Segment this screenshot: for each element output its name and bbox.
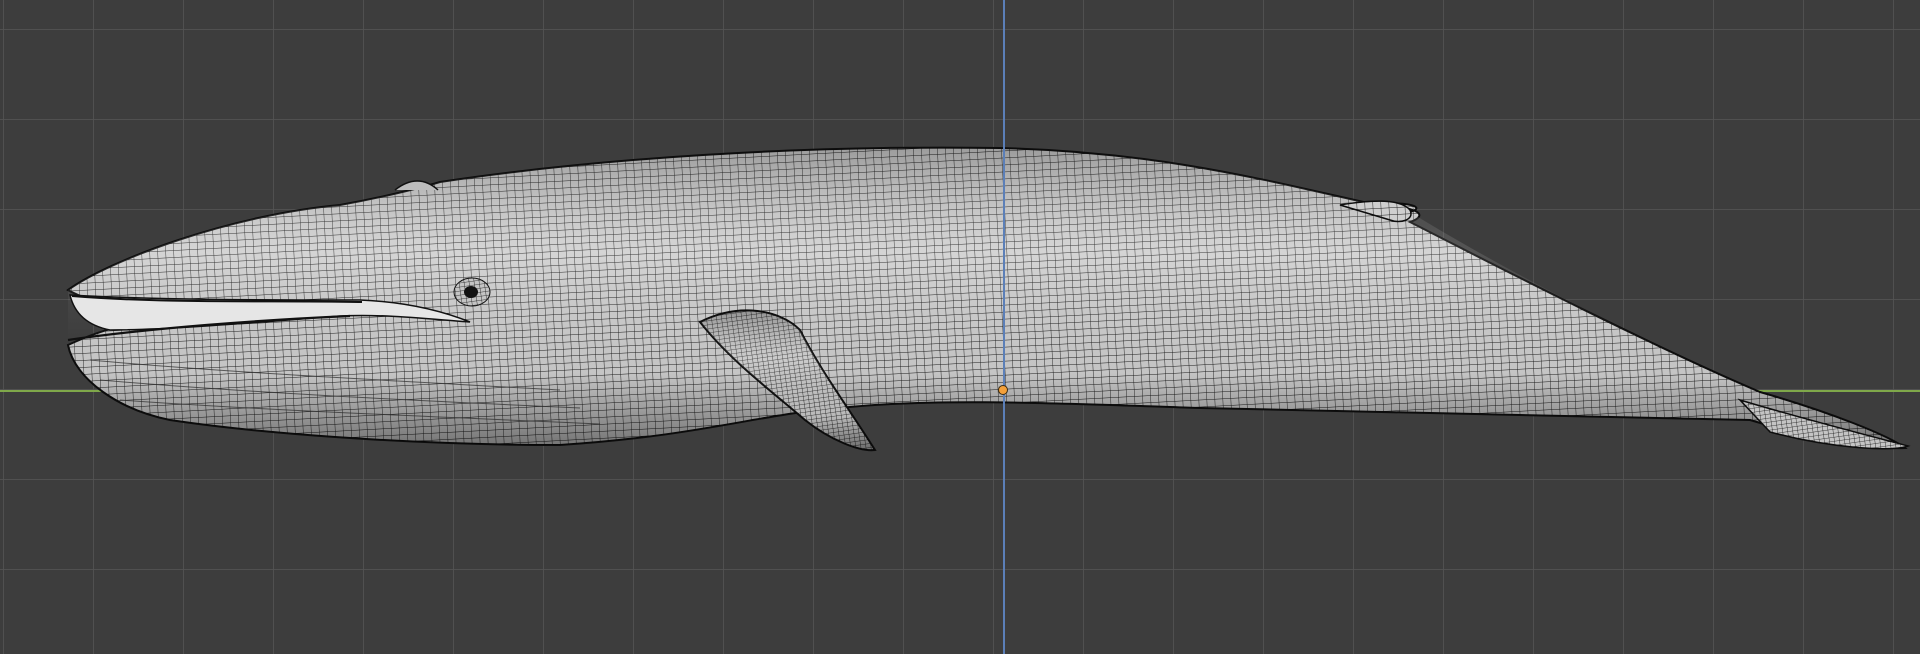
object-origin-dot[interactable] xyxy=(998,385,1008,395)
whale-eye xyxy=(453,277,491,307)
3d-viewport[interactable] xyxy=(0,0,1920,654)
whale-blowhole-ridge xyxy=(394,180,439,191)
whale-body xyxy=(66,146,1908,450)
whale-tail-fluke xyxy=(1737,398,1911,450)
z-axis-line xyxy=(1003,0,1005,654)
whale-mesh[interactable] xyxy=(0,0,1920,654)
